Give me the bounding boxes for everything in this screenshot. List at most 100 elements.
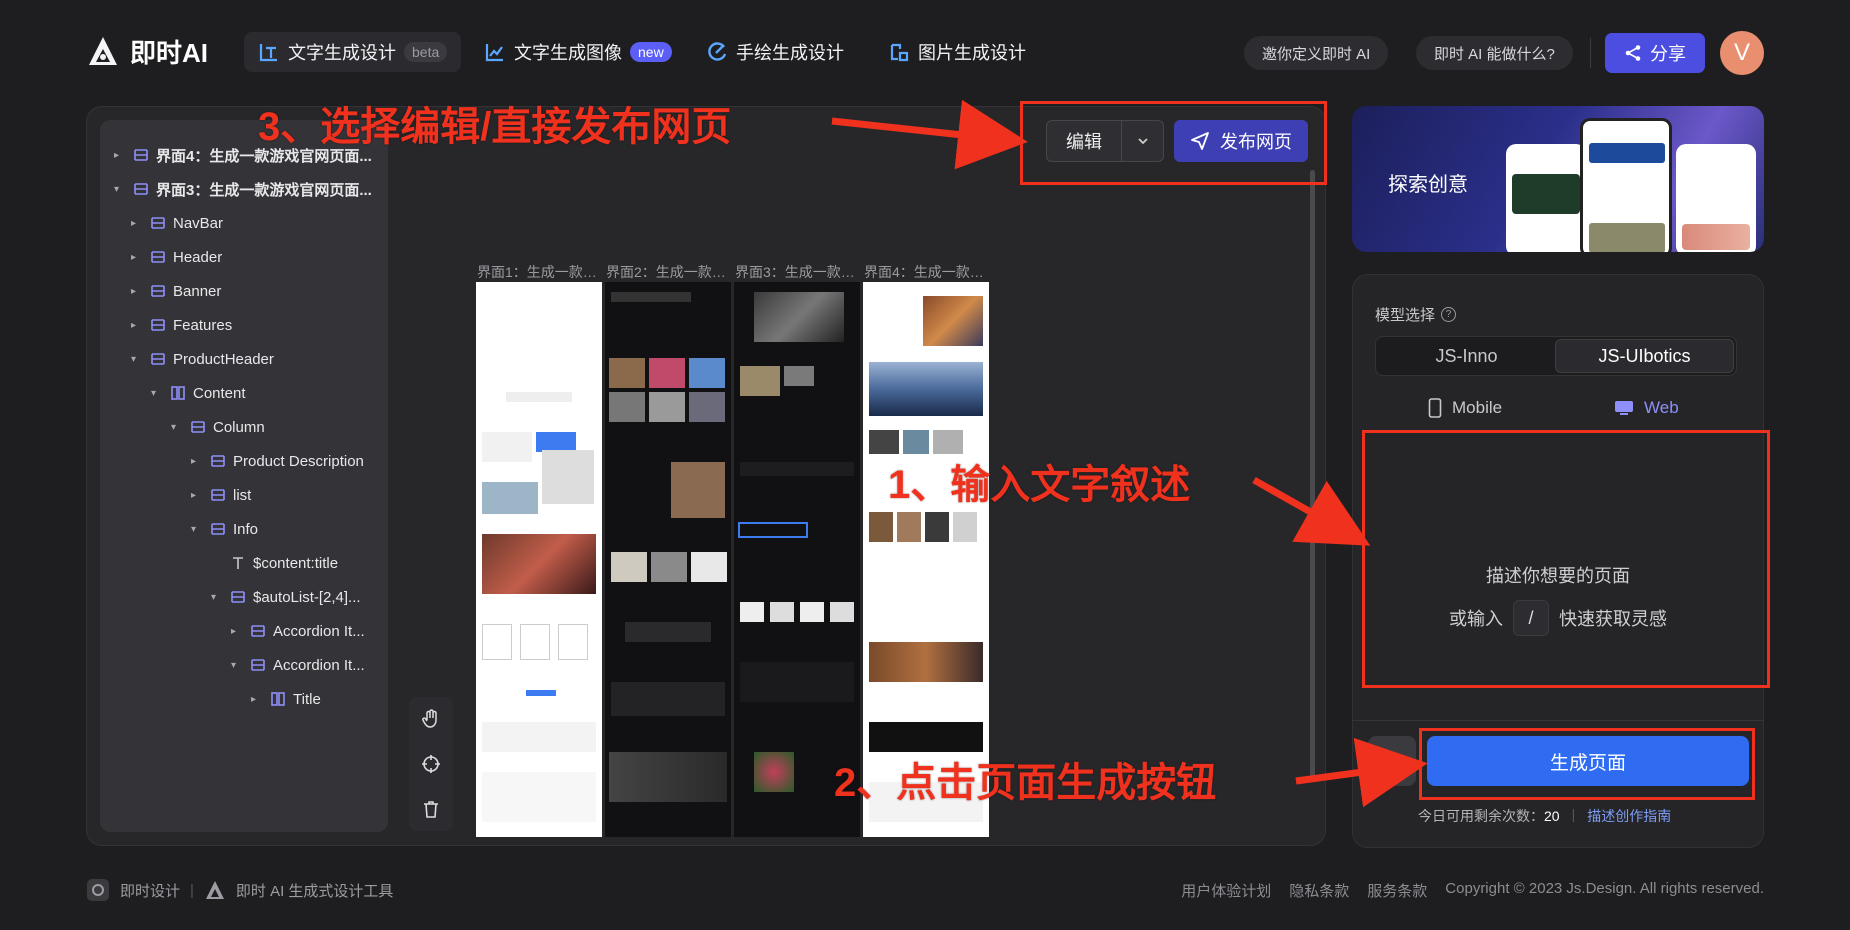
layer-label: Info [233, 520, 259, 538]
frame-icon [249, 657, 267, 673]
frame-icon [209, 521, 227, 537]
layer-item[interactable]: ▸ Title [251, 684, 321, 714]
caret-right-icon[interactable]: ▸ [131, 252, 145, 263]
tab-image-to-design[interactable]: 图片生成设计 [874, 32, 1040, 72]
model-option-js-uibotics[interactable]: JS-UIbotics [1555, 339, 1734, 373]
divider [1590, 38, 1591, 68]
tab-text-to-design[interactable]: 文字生成设计 beta [244, 32, 462, 72]
tab-label: 手绘生成设计 [736, 43, 844, 63]
layer-item[interactable]: ▾ ProductHeader [131, 344, 274, 374]
caret-right-icon[interactable]: ▸ [131, 218, 145, 229]
thumb-label: 界面4：生成一款… [864, 264, 984, 280]
caret-right-icon[interactable]: ▸ [114, 150, 128, 161]
monitor-icon [1615, 401, 1633, 415]
caret-right-icon[interactable]: ▸ [191, 456, 205, 467]
hand-icon[interactable] [420, 708, 442, 730]
caret-down-icon[interactable]: ▾ [231, 660, 245, 671]
model-option-js-inno[interactable]: JS-Inno [1378, 339, 1555, 373]
canvas-scrollbar[interactable] [1310, 170, 1315, 780]
caret-down-icon[interactable]: ▾ [114, 184, 128, 195]
inspiration-button[interactable] [1368, 736, 1416, 786]
tab-text-to-image[interactable]: 文字生成图像 new [470, 32, 686, 72]
layer-item[interactable]: ▸ Accordion It... [231, 616, 365, 646]
layer-label: Product Description [233, 452, 364, 470]
divider [1352, 720, 1764, 721]
js-design-icon [87, 879, 109, 901]
beta-badge: beta [404, 42, 448, 62]
caret-down-icon[interactable]: ▾ [191, 524, 205, 535]
layer-label: Banner [173, 282, 222, 300]
frame-icon [149, 317, 167, 333]
text-icon [229, 555, 247, 571]
layer-item[interactable]: ▸ Features [131, 310, 232, 340]
layer-label: NavBar [173, 214, 224, 232]
share-button[interactable]: 分享 [1605, 33, 1705, 73]
caret-right-icon[interactable]: ▸ [131, 320, 145, 331]
caret-right-icon[interactable]: ▸ [191, 490, 205, 501]
avatar[interactable]: V [1720, 31, 1764, 75]
top-bar: 即时AI 文字生成设计 beta 文字生成图像 new 手绘生成设计 图片生成设… [0, 0, 1850, 104]
caret-right-icon[interactable]: ▸ [131, 286, 145, 297]
platform-web[interactable]: Web [1614, 398, 1679, 418]
model-select-label: 模型选择 ? [1375, 304, 1457, 325]
layer-item[interactable]: ▾ Info [191, 514, 258, 544]
thumb-label: 界面3：生成一款… [735, 264, 855, 280]
guide-link[interactable]: 描述创作指南 [1587, 806, 1671, 826]
model-selector: JS-Inno JS-UIbotics [1375, 336, 1737, 376]
caret-right-icon[interactable]: ▸ [231, 626, 245, 637]
platform-mobile[interactable]: Mobile [1428, 398, 1502, 418]
page-thumbnail-2[interactable] [605, 282, 731, 837]
layer-item[interactable]: ▾ Accordion It... [231, 650, 365, 680]
footer-brand2[interactable]: 即时 AI 生成式设计工具 [236, 880, 394, 901]
caret-down-icon[interactable]: ▾ [171, 422, 185, 433]
trash-icon[interactable] [420, 798, 442, 820]
help-icon[interactable]: ? [1441, 307, 1457, 322]
caret-down-icon[interactable]: ▾ [151, 388, 165, 399]
page-thumbnail-1[interactable] [476, 282, 602, 837]
annotation-step2: 2、点击页面生成按钮 [834, 761, 1217, 805]
invite-button[interactable]: 邀你定义即时 AI [1244, 36, 1389, 70]
annotation-box-generate [1419, 728, 1755, 800]
quota-value: 20 [1544, 808, 1560, 824]
footer-link-terms[interactable]: 服务条款 [1367, 880, 1427, 901]
frame-icon [132, 181, 150, 197]
layer-label: Header [173, 248, 223, 266]
layer-label: Accordion It... [273, 656, 365, 674]
quota-info: 今日可用剩余次数：20 | 描述创作指南 [1418, 806, 1672, 826]
footer-link-ux[interactable]: 用户体验计划 [1181, 880, 1271, 901]
annotation-step3: 3、选择编辑/直接发布网页 [258, 105, 732, 149]
share-label: 分享 [1650, 44, 1686, 64]
layer-label: Column [213, 418, 265, 436]
footer-link-privacy[interactable]: 隐私条款 [1289, 880, 1349, 901]
about-button[interactable]: 即时 AI 能做什么? [1416, 36, 1573, 70]
layer-label: ProductHeader [173, 350, 274, 368]
share-icon [1625, 45, 1641, 61]
caret-down-icon[interactable]: ▾ [211, 592, 225, 603]
footer-links: 用户体验计划 隐私条款 服务条款 Copyright © 2023 Js.Des… [1181, 880, 1764, 901]
layer-item[interactable]: ▸ Banner [131, 276, 221, 306]
layer-item[interactable]: ▸ list [191, 480, 251, 510]
model-label-text: 模型选择 [1375, 307, 1436, 324]
layer-item[interactable]: ▾ Column [171, 412, 265, 442]
canvas-toolbar [409, 697, 453, 831]
frame-icon [149, 215, 167, 231]
layer-item[interactable]: ▾ $autoList-[2,4]... [211, 582, 361, 612]
thumb-label: 界面1：生成一款… [477, 264, 597, 280]
layer-item[interactable]: $content:title [211, 548, 338, 578]
caret-right-icon[interactable]: ▸ [251, 694, 265, 705]
text-design-icon [259, 44, 277, 62]
layer-item[interactable]: ▸ NavBar [131, 208, 223, 238]
footer-brand1[interactable]: 即时设计 [120, 880, 180, 901]
layer-item[interactable]: ▾ 界面3：生成一款游戏官网页面... [114, 174, 372, 204]
target-icon[interactable] [420, 753, 442, 775]
layer-label: 界面3：生成一款游戏官网页面... [156, 181, 372, 199]
logo[interactable]: 即时AI [86, 33, 208, 70]
caret-down-icon[interactable]: ▾ [131, 354, 145, 365]
thumb-label: 界面2：生成一款… [606, 264, 726, 280]
layer-item[interactable]: ▾ Content [151, 378, 246, 408]
phone-mockup [1506, 144, 1586, 252]
explore-banner[interactable]: 探索创意 [1352, 106, 1764, 252]
tab-sketch-to-design[interactable]: 手绘生成设计 [692, 32, 858, 72]
layer-item[interactable]: ▸ Header [131, 242, 222, 272]
layer-item[interactable]: ▸ Product Description [191, 446, 364, 476]
